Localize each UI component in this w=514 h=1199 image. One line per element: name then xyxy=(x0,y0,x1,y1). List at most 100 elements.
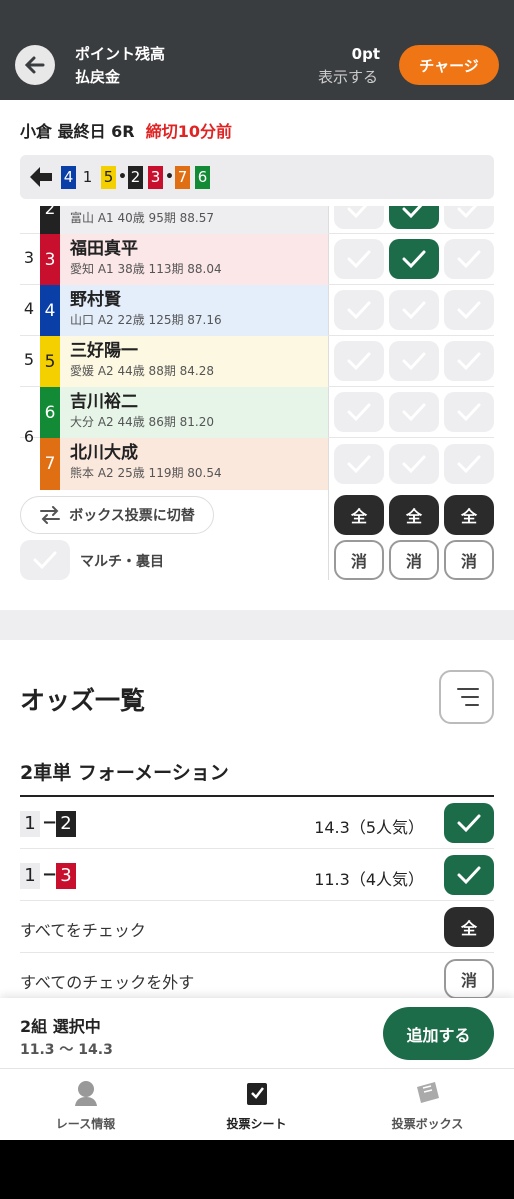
odds-check-button[interactable] xyxy=(444,803,494,843)
clear-col1-button[interactable]: 消 xyxy=(334,540,384,580)
rider-check-button[interactable] xyxy=(334,341,384,381)
rider-info: 北川大成 熊本 A2 25歳 119期 80.54 xyxy=(60,438,328,490)
clear-col2-button[interactable]: 消 xyxy=(389,540,439,580)
check-icon xyxy=(402,455,426,474)
rider-number: 3 xyxy=(40,234,60,285)
back-button[interactable] xyxy=(15,45,55,85)
check-icon xyxy=(457,866,481,885)
line-number-7: 7 xyxy=(175,166,190,189)
dash: − xyxy=(42,864,58,885)
rider-check-button[interactable] xyxy=(444,341,494,381)
select-all-col2-button[interactable]: 全 xyxy=(389,495,439,535)
line-number-2: 2 xyxy=(128,166,143,189)
rider-check-button[interactable] xyxy=(334,290,384,330)
rider-check-button[interactable] xyxy=(444,392,494,432)
checkbox-sheet-icon xyxy=(247,1083,267,1105)
rider-check-button[interactable] xyxy=(334,444,384,484)
sort-icon xyxy=(457,688,479,706)
waku-number: 3 xyxy=(23,248,35,267)
check-icon xyxy=(457,301,481,320)
charge-button[interactable]: チャージ xyxy=(399,45,499,85)
check-icon xyxy=(33,551,57,570)
show-refund-link[interactable]: 表示する xyxy=(318,66,378,87)
box-vote-switch-button[interactable]: ボックス投票に切替 xyxy=(20,496,214,534)
check-icon xyxy=(347,301,371,320)
line-number-6: 6 xyxy=(195,166,210,189)
rider-detail: 富山 A1 40歳 95期 88.57 xyxy=(70,211,214,225)
column-divider xyxy=(328,490,329,580)
line-number-5: 5 xyxy=(101,166,116,189)
rider-detail: 大分 A2 44歳 86期 81.20 xyxy=(70,415,214,429)
tab-label: レース情報 xyxy=(55,1117,116,1131)
line-separator: • xyxy=(165,169,174,185)
rider-number: 7 xyxy=(40,438,60,490)
tab-race-info[interactable]: レース情報 xyxy=(0,1069,171,1141)
rider-check-button[interactable] xyxy=(389,444,439,484)
check-icon xyxy=(347,455,371,474)
line-number-4: 4 xyxy=(61,166,76,189)
check-all-label: すべてをチェック xyxy=(20,921,146,940)
rider-number: 4 xyxy=(40,285,60,336)
arrow-left-icon xyxy=(24,56,45,74)
check-icon xyxy=(457,814,481,833)
rider-detail: 愛知 A1 38歳 113期 88.04 xyxy=(70,262,222,276)
check-icon xyxy=(457,352,481,371)
race-venue: 小倉 最終日 6R xyxy=(20,122,135,141)
rider-check-button[interactable] xyxy=(389,290,439,330)
check-icon xyxy=(347,403,371,422)
waku-number: 4 xyxy=(23,299,35,318)
select-all-col1-button[interactable]: 全 xyxy=(334,495,384,535)
rider-detail: 愛媛 A2 44歳 88期 84.28 xyxy=(70,364,214,378)
sort-button[interactable] xyxy=(439,670,494,724)
multi-checkbox[interactable] xyxy=(20,540,70,580)
rider-check-button[interactable] xyxy=(389,392,439,432)
rider-info: 野村賢 山口 A2 22歳 125期 87.16 xyxy=(60,285,328,336)
tab-vote-box[interactable]: 投票ボックス xyxy=(342,1069,513,1141)
rider-check-button[interactable] xyxy=(444,206,494,229)
rider-detail: 山口 A2 22歳 125期 87.16 xyxy=(70,313,222,327)
rider-info: 福田真平 愛知 A1 38歳 113期 88.04 xyxy=(60,234,328,285)
line-separator: • xyxy=(118,169,127,185)
rider-check-button[interactable] xyxy=(334,392,384,432)
rider-number: 2 xyxy=(40,206,60,234)
add-button[interactable]: 追加する xyxy=(383,1007,494,1060)
check-icon xyxy=(402,301,426,320)
first-rider-badge: 1 xyxy=(20,863,40,889)
uncheck-all-button[interactable]: 消 xyxy=(444,959,494,999)
bottom-nav: レース情報 投票シート 投票ボックス xyxy=(0,1068,514,1140)
check-icon xyxy=(457,206,478,219)
clear-col3-button[interactable]: 消 xyxy=(444,540,494,580)
formation-title: 2車単 フォーメーション xyxy=(20,762,229,784)
tab-vote-sheet[interactable]: 投票シート xyxy=(171,1069,342,1141)
first-rider-badge: 1 xyxy=(20,811,40,837)
rider-check-button[interactable] xyxy=(334,206,384,229)
rider-check-button[interactable] xyxy=(444,290,494,330)
second-rider-badge: 2 xyxy=(56,811,76,837)
rider-number: 6 xyxy=(40,387,60,438)
rider-helmet-icon xyxy=(75,1081,97,1106)
ticket-icon xyxy=(417,1082,439,1103)
select-all-col3-button[interactable]: 全 xyxy=(444,495,494,535)
second-rider-badge: 3 xyxy=(56,863,76,889)
rider-name: 三好陽一 xyxy=(70,341,138,361)
rider-info: 富山 A1 40歳 95期 88.57 xyxy=(60,206,328,234)
odds-check-button[interactable] xyxy=(444,855,494,895)
rider-number: 5 xyxy=(40,336,60,387)
odds-row: 1 − 2 14.3（5人気） xyxy=(20,797,494,849)
rider-check-button[interactable] xyxy=(389,341,439,381)
check-icon xyxy=(347,250,371,269)
box-vote-switch-label: ボックス投票に切替 xyxy=(69,508,195,524)
rider-check-button[interactable] xyxy=(444,444,494,484)
odds-row: 1 − 3 11.3（4人気） xyxy=(20,849,494,901)
check-all-button[interactable]: 全 xyxy=(444,907,494,947)
rider-check-button[interactable] xyxy=(334,239,384,279)
waku-number: 5 xyxy=(23,350,35,369)
rider-check-button[interactable] xyxy=(389,239,439,279)
rider-check-button[interactable] xyxy=(389,206,439,229)
check-icon xyxy=(457,403,481,422)
check-icon xyxy=(347,206,368,219)
rider-table: 2 2 富山 A1 40歳 95期 88.57 3 3 福田真平愛知 A1 38… xyxy=(20,206,494,490)
rider-check-button[interactable] xyxy=(444,239,494,279)
system-bar xyxy=(0,1140,514,1199)
check-icon xyxy=(402,250,426,269)
